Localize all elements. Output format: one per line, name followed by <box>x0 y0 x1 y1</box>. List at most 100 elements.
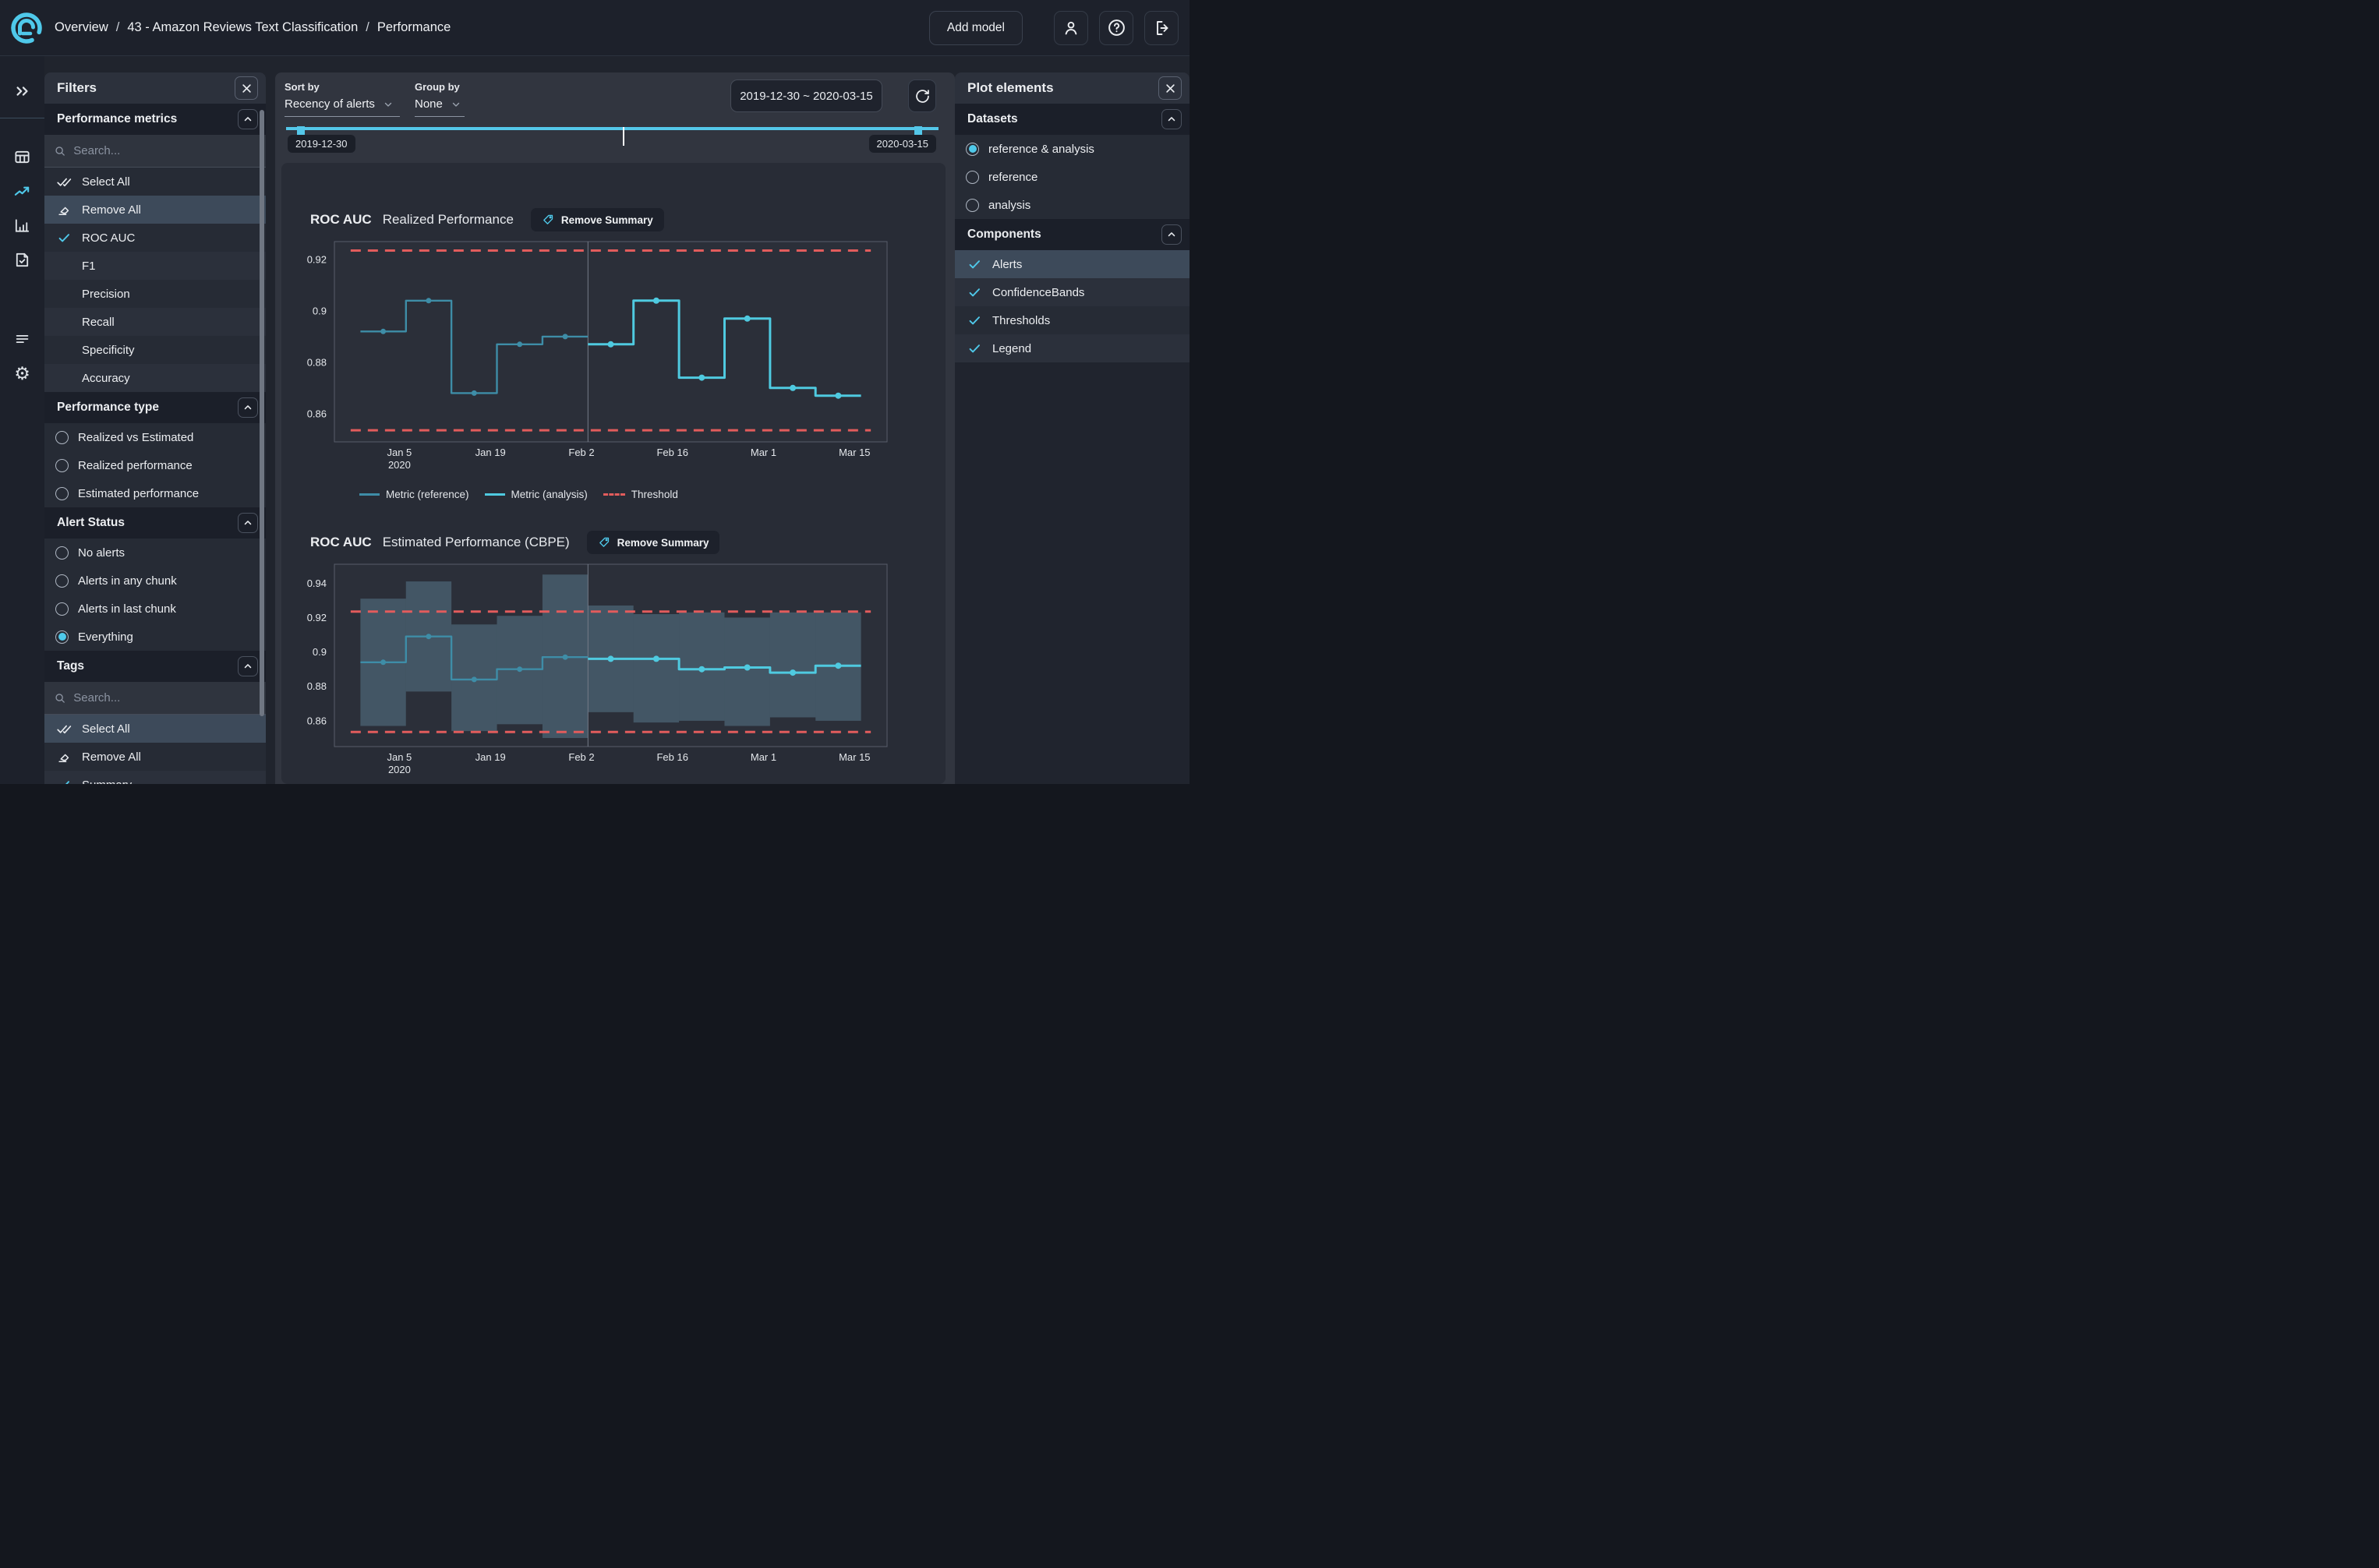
tags-search-input[interactable] <box>73 691 256 705</box>
plot-elements-title: Plot elements <box>967 80 1054 96</box>
type-option-estimated[interactable]: Estimated performance <box>44 479 266 507</box>
radio-icon <box>966 199 979 212</box>
expand-sidebar-button[interactable] <box>0 78 44 104</box>
alert-option-everything[interactable]: Everything <box>44 623 266 651</box>
dataset-option-reference[interactable]: reference <box>955 163 1190 191</box>
dataset-option-reference-analysis[interactable]: reference & analysis <box>955 135 1190 163</box>
realized-performance-chart[interactable]: 0.860.880.90.92ROC AUCJan 52020Jan 19Feb… <box>297 235 936 469</box>
component-item-thresholds[interactable]: Thresholds <box>955 306 1190 334</box>
filters-close-button[interactable] <box>235 76 258 100</box>
slider-end-label: 2020-03-15 <box>869 135 937 153</box>
sidebar-item-settings[interactable]: ⚙ <box>0 360 44 387</box>
filters-scrollbar[interactable] <box>260 110 264 716</box>
logout-button[interactable] <box>1144 11 1179 45</box>
double-check-icon <box>56 174 72 190</box>
metric-item-recall[interactable]: Recall <box>44 308 266 336</box>
tags-remove-all[interactable]: Remove All <box>44 743 266 771</box>
legend-item-analysis[interactable]: Metric (analysis) <box>485 489 588 500</box>
sidebar-item-reports[interactable] <box>0 246 44 273</box>
component-item-legend[interactable]: Legend <box>955 334 1190 362</box>
search-icon <box>54 691 66 705</box>
component-item-alerts[interactable]: Alerts <box>955 250 1190 278</box>
refresh-button[interactable] <box>908 79 936 112</box>
alert-option-any-chunk[interactable]: Alerts in any chunk <box>44 567 266 595</box>
metric-label: ROC AUC <box>82 231 135 245</box>
remove-summary-button[interactable]: Remove Summary <box>587 531 720 554</box>
date-range-picker[interactable]: 2019-12-30 ~ 2020-03-15 <box>730 79 882 112</box>
trend-line-icon <box>13 182 31 200</box>
legend-label: Threshold <box>631 489 678 500</box>
user-account-button[interactable] <box>1054 11 1088 45</box>
tag-icon <box>598 536 611 549</box>
slider-track[interactable] <box>286 127 939 130</box>
table-icon <box>13 148 31 166</box>
component-item-confidence-bands[interactable]: ConfidenceBands <box>955 278 1190 306</box>
sidebar-item-data-table[interactable] <box>0 143 44 170</box>
sidebar-item-logs[interactable] <box>0 326 44 352</box>
dataset-option-analysis[interactable]: analysis <box>955 191 1190 219</box>
plot-elements-close-button[interactable] <box>1158 76 1182 100</box>
metric-item-accuracy[interactable]: Accuracy <box>44 364 266 392</box>
group-by-select[interactable]: None <box>415 93 465 117</box>
dataset-option-label: reference & analysis <box>988 143 1094 156</box>
radio-icon <box>55 487 69 500</box>
check-icon <box>967 341 982 356</box>
type-option-realized-vs-estimated[interactable]: Realized vs Estimated <box>44 423 266 451</box>
svg-text:Feb 2: Feb 2 <box>568 447 594 458</box>
tags-collapse-button[interactable] <box>238 656 258 676</box>
metric-item-specificity[interactable]: Specificity <box>44 336 266 364</box>
breadcrumb-model[interactable]: 43 - Amazon Reviews Text Classification <box>127 20 358 35</box>
breadcrumb-performance[interactable]: Performance <box>377 20 451 35</box>
metric-item-f1[interactable]: F1 <box>44 252 266 280</box>
legend-item-threshold[interactable]: Threshold <box>603 489 678 500</box>
tag-item-summary[interactable]: Summary <box>44 771 266 784</box>
realized-chart-title: ROC AUC Realized Performance Remove Summ… <box>310 208 664 231</box>
report-check-icon <box>13 251 31 269</box>
metric-label: Precision <box>82 288 130 301</box>
radio-icon <box>55 459 69 472</box>
sort-by-select[interactable]: Recency of alerts <box>285 93 400 117</box>
alert-option-no-alerts[interactable]: No alerts <box>44 539 266 567</box>
performance-metrics-title: Performance metrics <box>57 112 177 126</box>
metrics-search-input[interactable] <box>73 144 256 157</box>
chevron-up-icon <box>242 661 253 672</box>
sidebar-item-performance[interactable] <box>0 178 44 204</box>
tags-select-all[interactable]: Select All <box>44 715 266 743</box>
alert-option-label: No alerts <box>78 546 125 560</box>
charts-card: ROC AUC Realized Performance Remove Summ… <box>281 163 946 784</box>
metrics-select-all[interactable]: Select All <box>44 168 266 196</box>
alert-status-collapse-button[interactable] <box>238 513 258 533</box>
performance-type-collapse-button[interactable] <box>238 397 258 418</box>
sort-by-control: Sort by Recency of alerts <box>285 81 400 117</box>
metric-item-precision[interactable]: Precision <box>44 280 266 308</box>
type-option-realized[interactable]: Realized performance <box>44 451 266 479</box>
metric-item-roc-auc[interactable]: ROC AUC <box>44 224 266 252</box>
eraser-icon <box>56 202 72 217</box>
alert-option-last-chunk[interactable]: Alerts in last chunk <box>44 595 266 623</box>
breadcrumb-overview[interactable]: Overview <box>55 20 108 35</box>
component-label: Alerts <box>992 258 1022 271</box>
breadcrumb-separator: / <box>366 20 369 35</box>
help-button[interactable] <box>1099 11 1133 45</box>
top-bar: Overview / 43 - Amazon Reviews Text Clas… <box>0 0 1190 56</box>
svg-text:0.86: 0.86 <box>307 408 327 419</box>
legend-item-reference[interactable]: Metric (reference) <box>359 489 469 500</box>
plot-elements-header: Plot elements <box>955 72 1190 104</box>
components-collapse-button[interactable] <box>1161 224 1182 245</box>
bar-chart-icon <box>13 217 31 235</box>
radio-selected-icon <box>966 143 979 156</box>
metrics-remove-all[interactable]: Remove All <box>44 196 266 224</box>
group-by-value: None <box>415 97 443 111</box>
tag-icon <box>542 214 555 227</box>
remove-summary-button[interactable]: Remove Summary <box>531 208 664 231</box>
performance-metrics-collapse-button[interactable] <box>238 109 258 129</box>
sidebar-item-distribution[interactable] <box>0 212 44 238</box>
remove-summary-label: Remove Summary <box>617 537 709 549</box>
add-model-button[interactable]: Add model <box>929 11 1023 45</box>
performance-type-title: Performance type <box>57 401 159 415</box>
type-option-label: Estimated performance <box>78 487 199 500</box>
estimated-performance-chart[interactable]: 0.860.880.90.920.94ROC AUCJan 52020Jan 1… <box>297 558 936 784</box>
datasets-collapse-button[interactable] <box>1161 109 1182 129</box>
app-logo-icon[interactable] <box>9 11 44 45</box>
filters-panel: Filters Performance metrics Select All R… <box>44 72 266 784</box>
